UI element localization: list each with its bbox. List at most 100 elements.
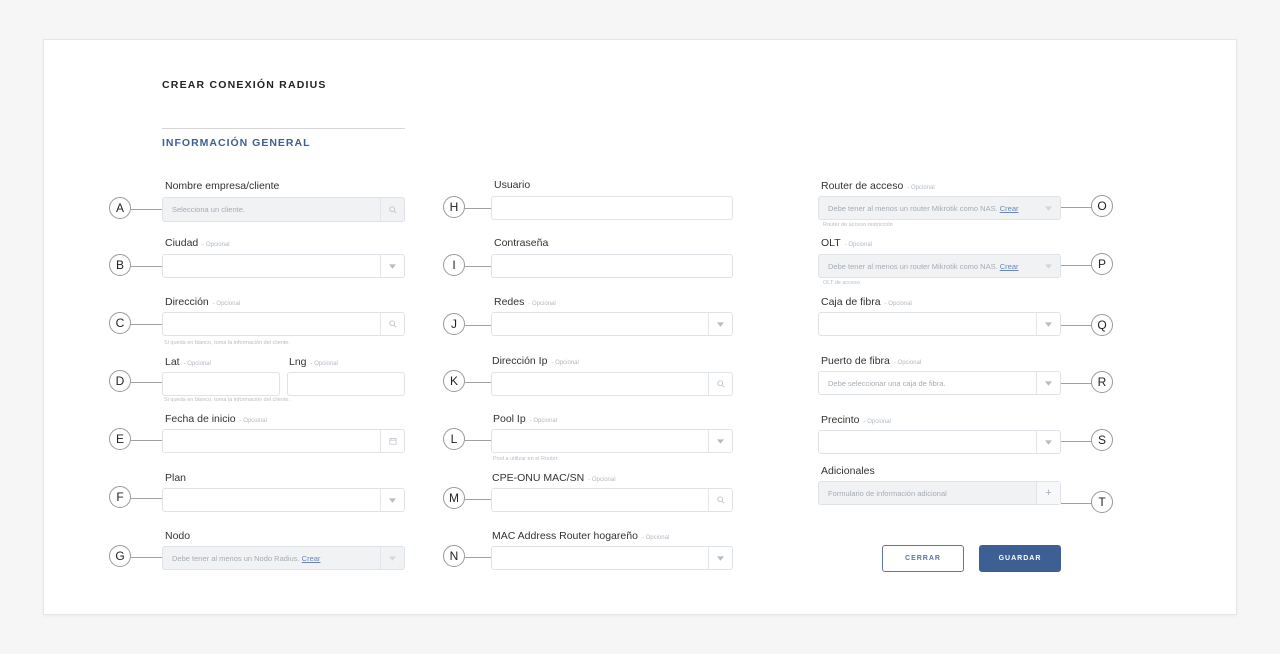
lat-input[interactable]	[162, 372, 280, 396]
callout-connector	[465, 440, 491, 441]
callout-connector	[1061, 383, 1092, 384]
callout-connector	[131, 324, 162, 325]
olt-help: OLT de acceso	[823, 280, 860, 286]
callout-badge: P	[1091, 253, 1113, 275]
additional-label: Adicionales	[821, 465, 875, 477]
callout-connector	[1061, 207, 1092, 208]
callout-connector	[465, 266, 491, 267]
chevron-down-icon[interactable]	[380, 547, 404, 569]
mac-router-label: MAC Address Router hogareño - Opcional	[492, 530, 670, 542]
start-date-label: Fecha de inicio - Opcional	[165, 413, 267, 425]
fiber-port-label: Puerto de fibra - Opcional	[821, 355, 922, 367]
cpe-label: CPE-ONU MAC/SN - Opcional	[492, 472, 616, 484]
mac-router-select[interactable]	[491, 546, 733, 570]
fiber-box-label: Caja de fibra - Opcional	[821, 296, 912, 308]
pool-label: Pool Ip - Opcional	[493, 413, 558, 425]
callout-badge: F	[109, 486, 131, 508]
optional-tag: - Opcional	[884, 301, 912, 307]
optional-tag: - Opcional	[641, 535, 670, 541]
lng-input[interactable]	[287, 372, 405, 396]
callout-connector	[465, 499, 491, 500]
search-icon[interactable]	[380, 198, 404, 221]
ip-input[interactable]	[491, 372, 733, 396]
optional-tag: - Opcional	[528, 301, 556, 307]
chevron-down-icon[interactable]	[380, 489, 404, 511]
node-label: Nodo	[165, 530, 191, 542]
search-icon[interactable]	[380, 313, 404, 335]
fiber-box-select[interactable]	[818, 312, 1061, 336]
callout-connector	[465, 557, 491, 558]
fiber-port-select[interactable]: Debe seleccionar una caja de fibra.	[818, 371, 1061, 395]
chevron-down-icon[interactable]	[708, 430, 732, 452]
chevron-down-icon[interactable]	[1036, 197, 1060, 219]
seal-label: Precinto - Opcional	[821, 414, 891, 426]
latlng-help: Si queda en blanco, toma la información …	[164, 397, 290, 403]
optional-tag: - Opcional	[239, 418, 267, 424]
address-input[interactable]	[162, 312, 405, 336]
client-label: Nombre empresa/cliente	[165, 180, 280, 192]
chevron-down-icon[interactable]	[380, 255, 404, 277]
olt-label: OLT - Opcional	[821, 237, 873, 249]
networks-select[interactable]	[491, 312, 733, 336]
callout-badge: M	[443, 487, 465, 509]
user-input[interactable]	[491, 196, 733, 220]
chevron-down-icon[interactable]	[1036, 313, 1060, 335]
address-help: Si queda en blanco, toma la información …	[164, 340, 290, 346]
plan-select[interactable]	[162, 488, 405, 512]
user-label: Usuario	[494, 179, 531, 191]
callout-connector	[465, 208, 491, 209]
callout-badge: C	[109, 312, 131, 334]
optional-tag: - Opcional	[844, 242, 873, 248]
callout-badge: K	[443, 370, 465, 392]
callout-connector	[131, 382, 162, 383]
callout-badge: Q	[1091, 314, 1113, 336]
create-olt-link[interactable]: Crear	[1000, 262, 1019, 271]
chevron-down-icon[interactable]	[708, 313, 732, 335]
city-select[interactable]	[162, 254, 405, 278]
callout-connector	[1061, 503, 1092, 504]
create-router-link[interactable]: Crear	[1000, 204, 1019, 213]
pool-select[interactable]	[491, 429, 733, 453]
chevron-down-icon[interactable]	[708, 547, 732, 569]
section-divider	[162, 128, 405, 129]
callout-connector	[131, 498, 162, 499]
cpe-input[interactable]	[491, 488, 733, 512]
callout-connector	[131, 440, 162, 441]
optional-tag: - Opcional	[551, 360, 579, 366]
optional-tag: - Opcional	[588, 477, 616, 483]
networks-label: Redes - Opcional	[494, 296, 556, 308]
additional-placeholder: Formulario de información adicional	[828, 489, 947, 498]
router-select[interactable]: Debe tener al menos un router Mikrotik c…	[818, 196, 1061, 220]
optional-tag: - Opcional	[310, 361, 338, 367]
callout-badge: B	[109, 254, 131, 276]
olt-select[interactable]: Debe tener al menos un router Mikrotik c…	[818, 254, 1061, 278]
start-date-input[interactable]	[162, 429, 405, 453]
node-select[interactable]: Debe tener al menos un Nodo Radius. Crea…	[162, 546, 405, 570]
callout-connector	[1061, 265, 1092, 266]
callout-badge: J	[443, 313, 465, 335]
client-select[interactable]: Selecciona un cliente.	[162, 197, 405, 222]
seal-select[interactable]	[818, 430, 1061, 454]
callout-badge: D	[109, 370, 131, 392]
router-help: Router de acceso restricción	[823, 222, 893, 228]
calendar-icon[interactable]	[380, 430, 404, 452]
search-icon[interactable]	[708, 489, 732, 511]
page-title: CREAR CONEXIÓN RADIUS	[162, 79, 327, 91]
password-input[interactable]	[491, 254, 733, 278]
additional-input[interactable]: Formulario de información adicional +	[818, 481, 1061, 505]
callout-badge: T	[1091, 491, 1113, 513]
close-button[interactable]: CERRAR	[882, 545, 964, 572]
chevron-down-icon[interactable]	[1036, 255, 1060, 277]
chevron-down-icon[interactable]	[1036, 372, 1060, 394]
save-button[interactable]: GUARDAR	[979, 545, 1061, 572]
create-node-link[interactable]: Crear	[302, 554, 321, 563]
address-label: Dirección - Opcional	[165, 296, 241, 308]
olt-placeholder: Debe tener al menos un router Mikrotik c…	[828, 262, 1019, 271]
chevron-down-icon[interactable]	[1036, 431, 1060, 453]
city-label: Ciudad - Opcional	[165, 237, 230, 249]
callout-badge: H	[443, 196, 465, 218]
plus-icon[interactable]: +	[1036, 482, 1060, 504]
search-icon[interactable]	[708, 373, 732, 395]
router-placeholder: Debe tener al menos un router Mikrotik c…	[828, 204, 1019, 213]
plan-label: Plan	[165, 472, 187, 484]
